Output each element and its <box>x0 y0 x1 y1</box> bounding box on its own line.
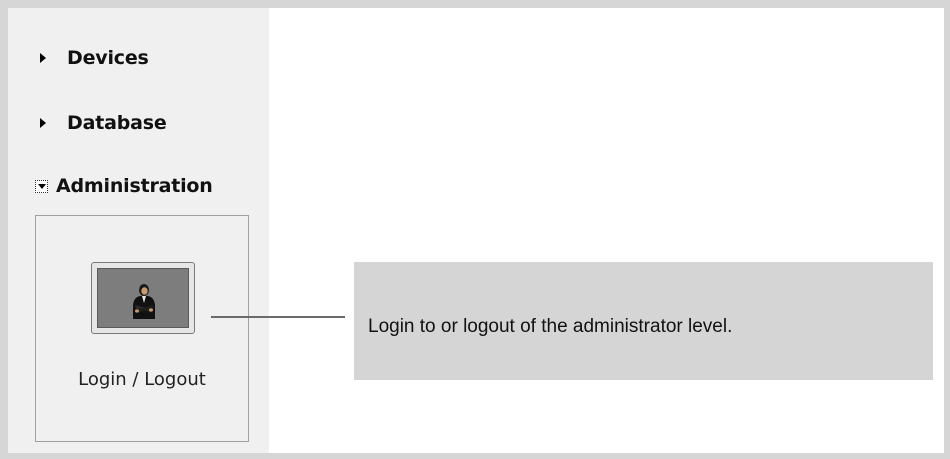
sidebar-item-administration[interactable]: Administration <box>35 173 213 199</box>
login-logout-label: Login / Logout <box>78 369 206 390</box>
administration-panel: Login / Logout <box>35 215 249 442</box>
callout-box: Login to or logout of the administrator … <box>354 262 933 380</box>
sidebar-item-label: Devices <box>67 47 149 69</box>
expand-arrow-icon <box>40 53 46 63</box>
sidebar-item-label: Administration <box>56 175 213 197</box>
collapse-toggle-icon[interactable] <box>35 179 48 193</box>
sidebar-item-devices[interactable]: Devices <box>38 45 149 71</box>
administrator-person-icon <box>133 284 155 319</box>
sidebar-item-label: Database <box>67 112 167 134</box>
login-logout-button[interactable] <box>91 262 195 334</box>
callout-connector-line <box>211 316 345 318</box>
sidebar-item-database[interactable]: Database <box>38 110 167 136</box>
callout-text: Login to or logout of the administrator … <box>368 316 733 337</box>
button-icon-frame <box>97 268 189 328</box>
expand-arrow-icon <box>40 118 46 128</box>
